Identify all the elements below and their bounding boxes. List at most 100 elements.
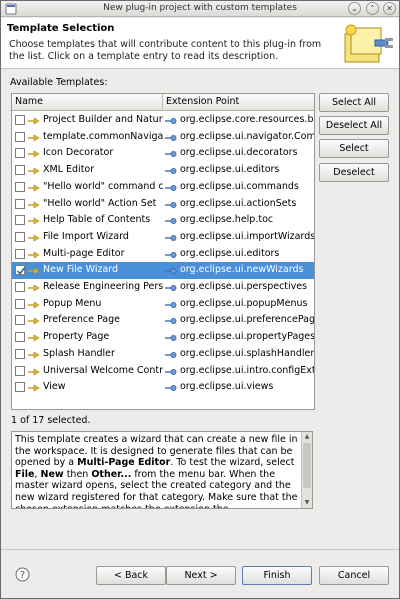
row-checkbox[interactable] [15, 181, 25, 192]
row-checkbox[interactable] [15, 382, 25, 393]
template-name: Property Page [43, 331, 110, 343]
cancel-button[interactable]: Cancel [319, 566, 389, 585]
help-icon[interactable]: ? [15, 567, 30, 582]
extension-point-id: org.eclipse.ui.commands [180, 180, 299, 192]
description-scrollbar[interactable]: ▲ ▼ [301, 432, 312, 508]
table-row[interactable]: XML Editor org.eclipse.ui.editors [12, 162, 314, 179]
row-checkbox[interactable] [15, 365, 25, 376]
extension-point-icon [165, 301, 177, 309]
row-checkbox[interactable] [15, 148, 25, 159]
next-button[interactable]: Next > [166, 566, 236, 585]
scrollbar-thumb[interactable] [303, 443, 311, 488]
row-checkbox[interactable] [15, 231, 25, 242]
select-all-button[interactable]: Select All [319, 93, 389, 112]
template-name: Icon Decorator [43, 147, 114, 159]
template-arrow-icon [28, 117, 40, 125]
extension-point-id: org.eclipse.ui.views [180, 381, 274, 393]
deselect-all-button[interactable]: Deselect All [319, 116, 389, 135]
extension-point-icon [165, 251, 177, 259]
row-checkbox[interactable] [15, 282, 25, 292]
template-arrow-icon [28, 251, 40, 259]
template-name: Multi-page Editor [43, 247, 125, 259]
row-checkbox[interactable] [15, 315, 25, 326]
extension-point-icon [165, 234, 177, 242]
table-row[interactable]: Release Engineering Perspective org.eclip… [12, 279, 314, 296]
title-bar[interactable]: New plug-in project with custom template… [1, 1, 399, 17]
table-row[interactable]: Help Table of Contents org.eclipse.help.t… [12, 212, 314, 229]
extension-point-icon [165, 184, 177, 192]
template-name: "Hello world" command contribution [43, 180, 163, 192]
table-row[interactable]: Universal Welcome Contribution org.eclips… [12, 363, 314, 380]
table-row[interactable]: template.commonNavigator org.eclipse.ui.n… [12, 129, 314, 146]
window-title: New plug-in project with custom template… [103, 3, 297, 13]
template-description-text: This template creates a wizard that can … [15, 434, 298, 508]
template-description-box[interactable]: This template creates a wizard that can … [11, 431, 313, 509]
table-row[interactable]: Popup Menu org.eclipse.ui.popupMenus [12, 296, 314, 313]
template-arrow-icon [28, 384, 40, 392]
row-checkbox[interactable] [15, 332, 25, 343]
table-row[interactable]: File Import Wizard org.eclipse.ui.importW… [12, 229, 314, 246]
table-row[interactable]: Project Builder and Nature org.eclipse.co… [12, 112, 314, 129]
extension-point-id: org.eclipse.ui.editors [180, 247, 280, 259]
row-checkbox[interactable] [15, 348, 25, 359]
select-button[interactable]: Select [319, 139, 389, 158]
extension-point-id: org.eclipse.ui.importWizards [180, 230, 314, 242]
table-row[interactable]: Property Page org.eclipse.ui.propertyPage… [12, 329, 314, 346]
template-name: Project Builder and Nature [43, 114, 163, 125]
template-arrow-icon [28, 351, 40, 359]
row-checkbox[interactable] [15, 298, 25, 309]
extension-point-id: org.eclipse.core.resources.builders [180, 114, 314, 125]
template-arrow-icon [28, 184, 40, 192]
template-name: Preference Page [43, 314, 120, 326]
row-checkbox[interactable] [15, 165, 25, 176]
template-name: Popup Menu [43, 297, 102, 309]
plugin-wizard-icon [344, 24, 393, 63]
extension-point-icon [165, 217, 177, 225]
extension-point-icon [165, 317, 177, 325]
table-row[interactable]: View org.eclipse.ui.views [12, 379, 314, 396]
template-arrow-icon [28, 134, 40, 142]
table-row[interactable]: Preference Page org.eclipse.ui.preference… [12, 312, 314, 329]
table-row[interactable]: Icon Decorator org.eclipse.ui.decorators [12, 145, 314, 162]
template-name: Universal Welcome Contribution [43, 364, 163, 376]
row-checkbox[interactable] [15, 115, 25, 125]
wizard-header: Template Selection Choose templates that… [1, 18, 399, 69]
scroll-up-arrow-icon[interactable]: ▲ [302, 432, 312, 442]
table-row[interactable]: "Hello world" Action Set org.eclipse.ui.a… [12, 196, 314, 213]
template-name: template.commonNavigator [43, 130, 163, 142]
extension-point-id: org.eclipse.ui.editors [180, 164, 280, 176]
row-checkbox[interactable] [15, 265, 26, 276]
row-checkbox[interactable] [15, 215, 25, 226]
footer-separator [1, 549, 399, 550]
selection-count: 1 of 17 selected. [11, 415, 91, 426]
template-arrow-icon [28, 267, 40, 275]
table-row[interactable]: Multi-page Editor org.eclipse.ui.editors [12, 246, 314, 263]
back-button[interactable]: < Back [96, 566, 166, 585]
column-header-extension-point[interactable]: Extension Point [163, 94, 314, 111]
template-name: Help Table of Contents [43, 214, 151, 226]
table-row[interactable]: Splash Handler org.eclipse.ui.splashHandl… [12, 346, 314, 363]
template-arrow-icon [28, 167, 40, 175]
close-button[interactable]: ✕ [383, 2, 396, 15]
template-arrow-icon [28, 301, 40, 309]
page-description: Choose templates that will contribute co… [9, 39, 322, 62]
table-row[interactable]: New File Wizard org.eclipse.ui.newWizards [12, 262, 314, 280]
row-checkbox[interactable] [15, 248, 25, 259]
extension-point-id: org.eclipse.ui.propertyPages [180, 331, 314, 343]
row-checkbox[interactable] [15, 131, 25, 142]
scroll-down-arrow-icon[interactable]: ▼ [302, 498, 312, 508]
minimize-button[interactable]: ⌄ [348, 2, 361, 15]
deselect-button[interactable]: Deselect [319, 163, 389, 182]
extension-point-id: org.eclipse.ui.splashHandlers [180, 347, 314, 359]
row-checkbox[interactable] [15, 198, 25, 209]
table-row[interactable]: "Hello world" command contribution org.ec… [12, 179, 314, 196]
maximize-button[interactable]: ⌃ [366, 2, 379, 15]
column-header-name[interactable]: Name [12, 94, 163, 111]
templates-table[interactable]: Name Extension Point Project Builder and… [11, 93, 315, 410]
template-arrow-icon [28, 334, 40, 342]
template-name: "Hello world" Action Set [43, 197, 157, 209]
template-name: Release Engineering Perspective [43, 281, 163, 292]
extension-point-icon [165, 201, 177, 209]
finish-button[interactable]: Finish [242, 566, 312, 585]
template-arrow-icon [28, 317, 40, 325]
